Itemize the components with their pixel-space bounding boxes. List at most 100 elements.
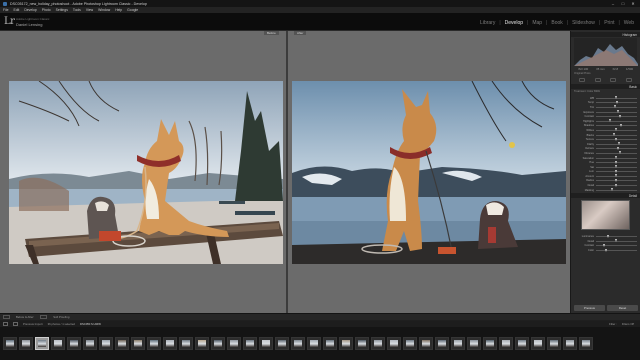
module-slideshow[interactable]: Slideshow bbox=[572, 20, 595, 26]
slider-handle[interactable] bbox=[615, 160, 617, 164]
slider-track[interactable] bbox=[596, 174, 637, 178]
filmstrip-thumbnail[interactable] bbox=[403, 337, 417, 350]
slider-handle[interactable] bbox=[615, 178, 617, 182]
filmstrip-thumbnail[interactable] bbox=[259, 337, 273, 350]
slider-track[interactable] bbox=[596, 243, 637, 247]
slider-track[interactable] bbox=[596, 234, 637, 238]
filmstrip-thumbnail[interactable] bbox=[419, 337, 433, 350]
slider-handle[interactable] bbox=[615, 156, 617, 160]
slider-track[interactable] bbox=[596, 137, 637, 141]
image-viewer[interactable]: Before After bbox=[0, 31, 570, 313]
slider-handle[interactable] bbox=[617, 146, 620, 150]
filmstrip-thumbnail[interactable] bbox=[211, 337, 225, 350]
module-print[interactable]: Print bbox=[604, 20, 614, 26]
histogram-header[interactable]: Histogram bbox=[571, 32, 640, 37]
slider-handle[interactable] bbox=[615, 96, 617, 100]
slider-handle[interactable] bbox=[615, 183, 617, 187]
module-library[interactable]: Library bbox=[480, 20, 495, 26]
slider-handle[interactable] bbox=[615, 239, 617, 243]
slider-track[interactable] bbox=[596, 133, 637, 137]
slider-track[interactable] bbox=[596, 183, 637, 187]
menu-item[interactable]: Help bbox=[115, 8, 122, 12]
menu-item[interactable]: Edit bbox=[13, 8, 19, 12]
slider-track[interactable] bbox=[596, 128, 637, 132]
slider-handle[interactable] bbox=[614, 105, 617, 109]
slider-track[interactable] bbox=[596, 96, 637, 100]
menu-item[interactable]: File bbox=[3, 8, 8, 12]
after-photo[interactable] bbox=[292, 81, 566, 264]
minimize-icon[interactable]: – bbox=[608, 0, 618, 7]
filmstrip-thumbnail[interactable] bbox=[499, 337, 513, 350]
filmstrip-thumbnail[interactable] bbox=[291, 337, 305, 350]
module-develop[interactable]: Develop bbox=[505, 20, 523, 26]
filmstrip-thumbnail[interactable] bbox=[243, 337, 257, 350]
filmstrip-thumbnail[interactable] bbox=[371, 337, 385, 350]
slider-handle[interactable] bbox=[617, 110, 620, 114]
slider-handle[interactable] bbox=[618, 142, 621, 146]
maximize-icon[interactable]: □ bbox=[618, 0, 628, 7]
crop-tool-icon[interactable] bbox=[578, 78, 585, 82]
slider-handle[interactable] bbox=[612, 133, 615, 137]
slider-track[interactable] bbox=[596, 100, 637, 104]
slider-handle[interactable] bbox=[619, 151, 622, 155]
filmstrip-thumbnail[interactable] bbox=[387, 337, 401, 350]
slider-handle[interactable] bbox=[615, 174, 617, 178]
menu-item[interactable]: Google bbox=[127, 8, 138, 12]
menu-item[interactable]: Develop bbox=[24, 8, 36, 12]
masking-icon[interactable] bbox=[626, 78, 633, 82]
filmstrip-thumbnail[interactable] bbox=[579, 337, 593, 350]
loupe-view-icon[interactable] bbox=[13, 322, 18, 326]
before-after-label[interactable]: Before & After: bbox=[16, 315, 34, 319]
filmstrip-thumbnail[interactable] bbox=[131, 337, 145, 350]
slider-track[interactable] bbox=[596, 248, 637, 252]
menu-item[interactable]: Photo bbox=[42, 8, 51, 12]
slider-track[interactable] bbox=[596, 146, 637, 150]
slider-track[interactable] bbox=[596, 142, 637, 146]
slider-handle[interactable] bbox=[615, 137, 617, 141]
filmstrip-thumbnail[interactable] bbox=[355, 337, 369, 350]
module-map[interactable]: Map bbox=[532, 20, 542, 26]
slider-track[interactable] bbox=[596, 123, 637, 127]
filmstrip-thumbnail[interactable] bbox=[35, 337, 49, 350]
grid-view-icon[interactable] bbox=[3, 322, 8, 326]
filmstrip-thumbnail[interactable] bbox=[99, 337, 113, 350]
filmstrip-thumbnail[interactable] bbox=[179, 337, 193, 350]
slider-handle[interactable] bbox=[608, 119, 611, 123]
swap-icon[interactable] bbox=[40, 315, 48, 319]
filmstrip-thumbnail[interactable] bbox=[515, 337, 529, 350]
filmstrip-thumbnail[interactable] bbox=[483, 337, 497, 350]
slider-track[interactable] bbox=[596, 151, 637, 155]
slider-handle[interactable] bbox=[615, 165, 617, 169]
filmstrip-thumbnail[interactable] bbox=[531, 337, 545, 350]
module-web[interactable]: Web bbox=[624, 20, 634, 26]
detail-header[interactable]: Detail bbox=[571, 193, 640, 199]
filmstrip-thumbnail[interactable] bbox=[3, 337, 17, 350]
slider-handle[interactable] bbox=[604, 248, 607, 252]
histogram[interactable] bbox=[574, 38, 638, 66]
filmstrip-thumbnail[interactable] bbox=[227, 337, 241, 350]
filmstrip-thumbnail[interactable] bbox=[275, 337, 289, 350]
previous-button[interactable]: Previous bbox=[574, 305, 605, 311]
slider-handle[interactable] bbox=[615, 169, 617, 173]
filmstrip-thumbnail[interactable] bbox=[307, 337, 321, 350]
filmstrip-thumbnail[interactable] bbox=[147, 337, 161, 350]
filmstrip-thumbnail[interactable] bbox=[547, 337, 561, 350]
filter-select[interactable]: Filters Off bbox=[622, 322, 634, 326]
menu-item[interactable]: View bbox=[86, 8, 93, 12]
filmstrip-thumbnail[interactable] bbox=[435, 337, 449, 350]
filmstrip[interactable] bbox=[0, 327, 640, 360]
slider-track[interactable] bbox=[596, 119, 637, 123]
slider-handle[interactable] bbox=[610, 188, 613, 192]
slider-track[interactable] bbox=[596, 105, 637, 109]
slider-track[interactable] bbox=[596, 160, 637, 164]
view-mode-icon[interactable] bbox=[3, 315, 10, 319]
slider-track[interactable] bbox=[596, 156, 637, 160]
menu-item[interactable]: Window bbox=[98, 8, 110, 12]
slider-handle[interactable] bbox=[615, 128, 617, 132]
slider-handle[interactable] bbox=[619, 123, 622, 127]
filmstrip-thumbnail[interactable] bbox=[83, 337, 97, 350]
slider-track[interactable] bbox=[596, 188, 637, 192]
filmstrip-thumbnail[interactable] bbox=[323, 337, 337, 350]
before-photo[interactable] bbox=[9, 81, 283, 264]
red-eye-icon[interactable] bbox=[610, 78, 617, 82]
